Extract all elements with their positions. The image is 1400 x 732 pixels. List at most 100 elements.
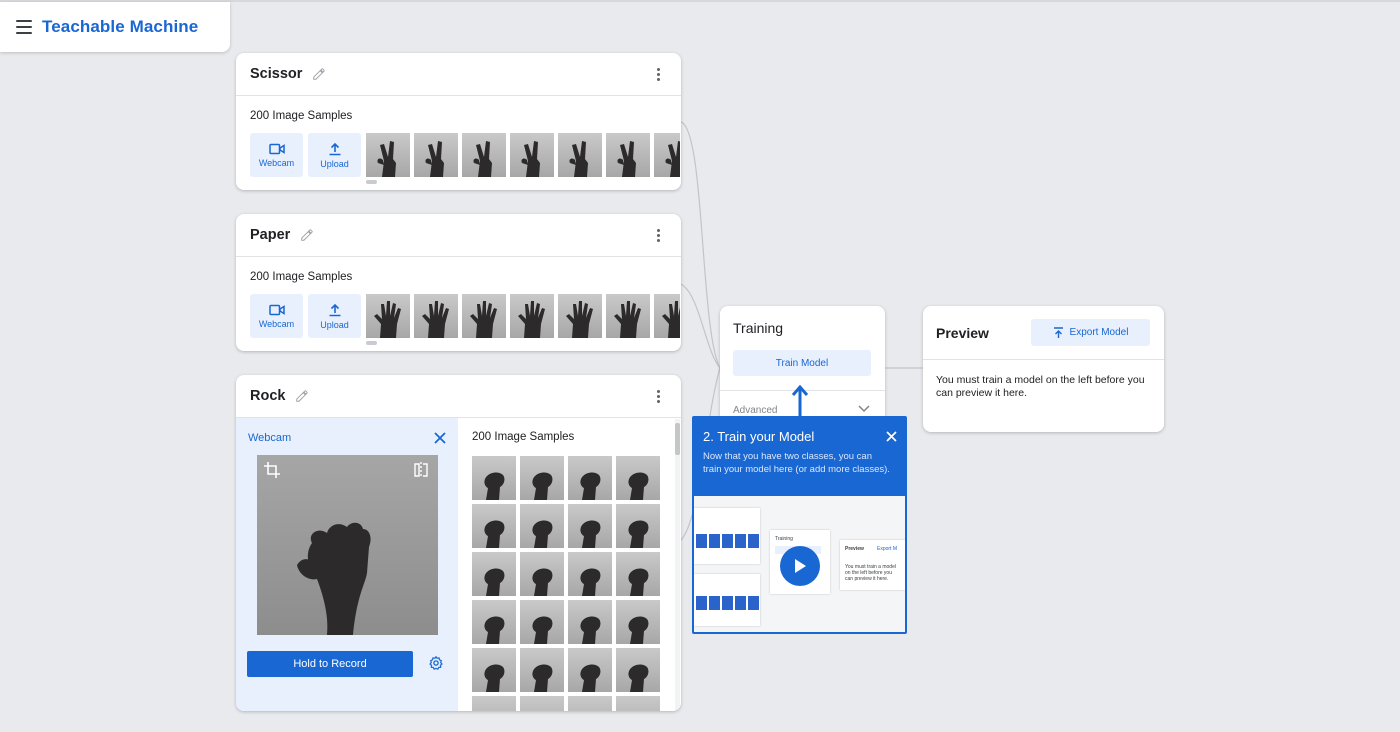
- gear-icon[interactable]: [428, 655, 444, 671]
- scissor-hand-image: [377, 141, 396, 177]
- sample-thumbnail[interactable]: [520, 648, 564, 692]
- arrow-up-icon: [791, 384, 809, 418]
- tutorial-video[interactable]: Training Preview Export M You must train…: [694, 496, 905, 632]
- sample-thumbnail[interactable]: [520, 696, 564, 711]
- sample-thumbnail[interactable]: [568, 600, 612, 644]
- pencil-icon[interactable]: [312, 67, 326, 81]
- sample-thumbnail[interactable]: [616, 552, 660, 596]
- sample-thumbnail[interactable]: [654, 294, 680, 338]
- scissor-hand-image: [521, 141, 540, 177]
- kebab-icon[interactable]: [657, 390, 661, 403]
- pencil-icon[interactable]: [300, 228, 314, 242]
- sample-thumbnail[interactable]: [472, 504, 516, 548]
- class-name[interactable]: Scissor: [250, 66, 302, 82]
- sample-thumbnail[interactable]: [568, 552, 612, 596]
- sample-thumbnail[interactable]: [520, 600, 564, 644]
- sample-thumbnail[interactable]: [568, 648, 612, 692]
- pencil-icon[interactable]: [295, 389, 309, 403]
- rock-hand-image: [628, 616, 649, 644]
- scissor-hand-image: [425, 141, 444, 177]
- webcam-label: Webcam: [258, 318, 295, 329]
- rock-hand-image: [484, 616, 505, 644]
- rock-hand-image: [580, 472, 601, 500]
- mini-thumbnail: [709, 596, 720, 610]
- kebab-icon[interactable]: [657, 229, 661, 242]
- scissor-hand-image: [473, 141, 492, 177]
- scroll-indicator[interactable]: [366, 180, 377, 184]
- sample-thumbnail[interactable]: [472, 552, 516, 596]
- sample-thumbnail[interactable]: [462, 133, 506, 177]
- class-name[interactable]: Paper: [250, 227, 290, 243]
- scroll-indicator[interactable]: [366, 341, 377, 345]
- sample-thumbnail[interactable]: [558, 133, 602, 177]
- sample-thumbnail[interactable]: [616, 456, 660, 500]
- scrollbar[interactable]: [675, 419, 680, 711]
- sample-thumbnail[interactable]: [366, 133, 410, 177]
- scissor-hand-image: [665, 141, 680, 177]
- flip-icon[interactable]: [413, 461, 429, 479]
- rock-hand-image: [484, 568, 505, 596]
- training-title: Training: [733, 320, 784, 336]
- sample-thumbnail[interactable]: [568, 504, 612, 548]
- videocam-icon: [268, 143, 285, 154]
- rock-hand-image: [484, 472, 505, 500]
- sample-thumbnail[interactable]: [472, 456, 516, 500]
- sample-thumbnail[interactable]: [472, 696, 516, 711]
- paper-hand-image: [662, 301, 680, 338]
- kebab-icon[interactable]: [657, 68, 661, 81]
- sample-thumbnail[interactable]: [616, 696, 660, 711]
- sample-thumbnail[interactable]: [510, 294, 554, 338]
- close-icon[interactable]: [434, 432, 446, 444]
- sample-thumbnail[interactable]: [520, 504, 564, 548]
- sample-thumbnail[interactable]: [616, 648, 660, 692]
- mini-preview-card: Preview Export M You must train a model …: [840, 540, 905, 590]
- sample-thumbnail[interactable]: [366, 294, 410, 338]
- play-button[interactable]: [780, 546, 820, 586]
- upload-button[interactable]: Upload: [308, 294, 361, 338]
- sample-thumbnail[interactable]: [414, 133, 458, 177]
- sample-thumbnail[interactable]: [606, 294, 650, 338]
- sample-thumbnail[interactable]: [472, 648, 516, 692]
- sample-thumbnail[interactable]: [616, 600, 660, 644]
- sample-thumbnail[interactable]: [520, 456, 564, 500]
- advanced-toggle[interactable]: Advanced: [733, 405, 777, 416]
- sample-thumbnails: [366, 133, 680, 177]
- webcam-button[interactable]: Webcam: [250, 294, 303, 338]
- chevron-down-icon[interactable]: [858, 405, 870, 413]
- upload-icon: [329, 303, 340, 316]
- crop-icon[interactable]: [263, 461, 281, 479]
- close-icon[interactable]: [886, 431, 897, 442]
- train-model-button[interactable]: Train Model: [733, 350, 871, 376]
- rock-hand-image: [616, 696, 660, 711]
- sample-thumbnail[interactable]: [414, 294, 458, 338]
- sample-thumbnail[interactable]: [510, 133, 554, 177]
- rock-hand-image: [628, 472, 649, 500]
- sample-thumbnail[interactable]: [558, 294, 602, 338]
- scissor-hand-image: [569, 141, 588, 177]
- mini-thumbnail: [748, 534, 759, 548]
- webcam-preview: [257, 455, 438, 635]
- hold-to-record-button[interactable]: Hold to Record: [247, 651, 413, 677]
- sample-thumbnail[interactable]: [472, 600, 516, 644]
- sample-thumbnail[interactable]: [568, 696, 612, 711]
- sample-thumbnail[interactable]: [616, 504, 660, 548]
- sample-thumbnail[interactable]: [654, 133, 680, 177]
- rock-hand-image: [532, 472, 553, 500]
- menu-icon[interactable]: [16, 20, 32, 34]
- webcam-button[interactable]: Webcam: [250, 133, 303, 177]
- divider: [923, 359, 1164, 360]
- sample-thumbnail[interactable]: [520, 552, 564, 596]
- sample-thumbnail[interactable]: [568, 456, 612, 500]
- sample-thumbnail[interactable]: [462, 294, 506, 338]
- tooltip-body: Now that you have two classes, you can t…: [703, 451, 890, 475]
- mini-preview-label: Preview: [845, 546, 864, 552]
- sample-thumbnail[interactable]: [606, 133, 650, 177]
- rock-hand-image: [568, 696, 612, 711]
- class-name[interactable]: Rock: [250, 388, 285, 404]
- scissor-hand-image: [617, 141, 636, 177]
- mini-training-label: Training: [775, 536, 793, 542]
- class-card-header: Rock: [236, 375, 681, 418]
- export-model-button[interactable]: Export Model: [1031, 319, 1150, 346]
- class-card-header: Scissor: [236, 53, 681, 96]
- upload-button[interactable]: Upload: [308, 133, 361, 177]
